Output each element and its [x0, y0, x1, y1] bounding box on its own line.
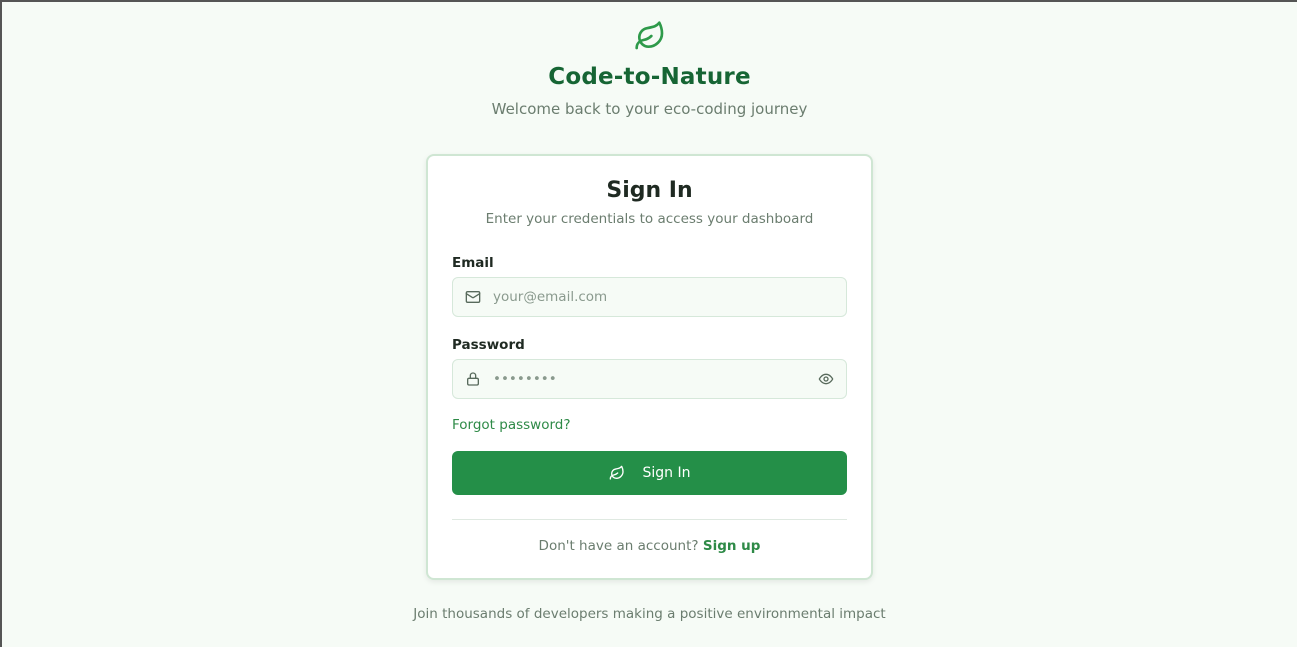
card-subtitle: Enter your credentials to access your da…	[485, 211, 814, 227]
signup-row: Don't have an account? Sign up	[452, 538, 847, 554]
signin-button[interactable]: Sign In	[452, 451, 847, 495]
email-label: Email	[452, 255, 494, 271]
password-field-group: Password	[452, 337, 847, 399]
forgot-password-link[interactable]: Forgot password?	[452, 417, 571, 433]
login-page: Code-to-Nature Welcome back to your eco-…	[2, 2, 1297, 647]
password-input-wrapper	[452, 359, 847, 399]
lock-icon	[465, 371, 481, 387]
eye-icon[interactable]	[818, 371, 834, 387]
signin-button-label: Sign In	[642, 465, 691, 481]
mail-icon	[465, 289, 481, 305]
leaf-icon	[634, 20, 666, 52]
app-title: Code-to-Nature	[548, 64, 751, 90]
card-title: Sign In	[606, 178, 693, 203]
email-field-group: Email	[452, 255, 847, 317]
email-input[interactable]	[453, 278, 846, 316]
divider	[452, 519, 847, 520]
signup-prompt: Don't have an account?	[538, 538, 699, 554]
signin-card: Sign In Enter your credentials to access…	[426, 154, 873, 580]
footer-note: Join thousands of developers making a po…	[413, 606, 886, 622]
app-subtitle: Welcome back to your eco-coding journey	[491, 100, 808, 118]
leaf-icon	[609, 465, 625, 481]
signup-link[interactable]: Sign up	[703, 538, 761, 554]
email-input-wrapper	[452, 277, 847, 317]
password-input[interactable]	[453, 360, 846, 398]
password-label: Password	[452, 337, 525, 353]
